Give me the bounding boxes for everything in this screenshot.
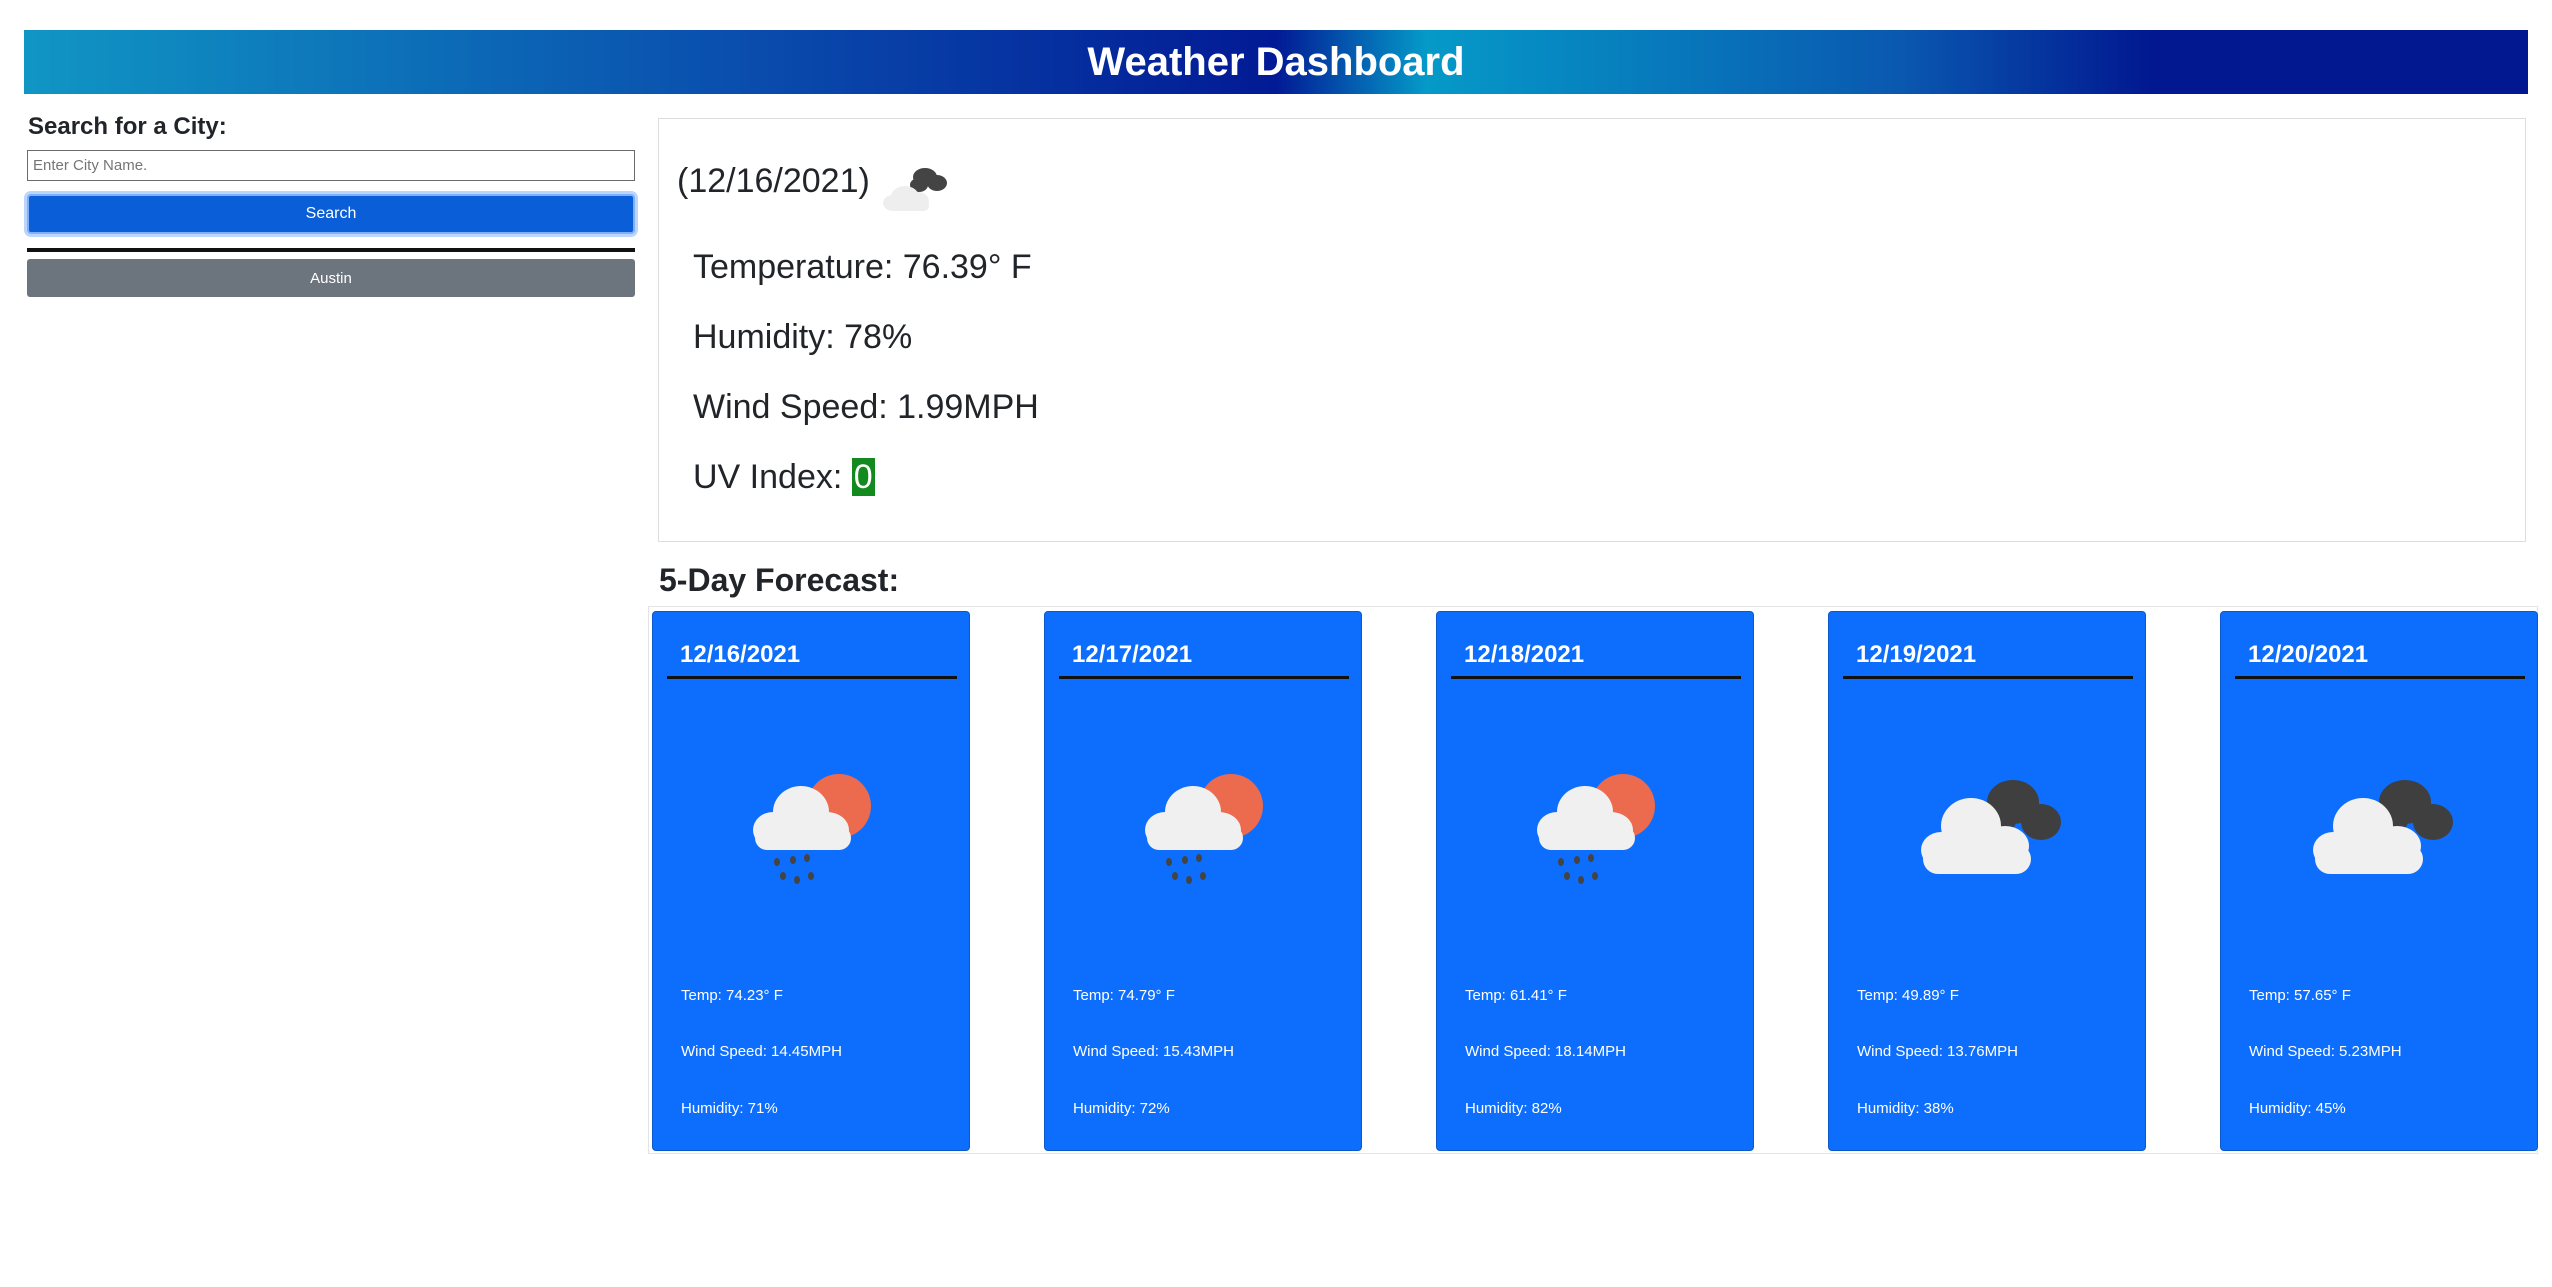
- forecast-card: 12/17/2021 Temp: 74.79° F Wind Speed: 15…: [1044, 611, 1362, 1151]
- forecast-humidity: Humidity: 72%: [1073, 1100, 1170, 1117]
- page-header: Weather Dashboard: [24, 30, 2528, 94]
- broken-clouds-icon: [883, 168, 947, 211]
- forecast-wind: Wind Speed: 14.45MPH: [681, 1043, 842, 1060]
- forecast-date: 12/16/2021: [680, 641, 801, 668]
- forecast-divider: [1059, 676, 1349, 679]
- search-button[interactable]: Search: [27, 194, 635, 234]
- forecast-temp: Temp: 57.65° F: [2249, 987, 2351, 1004]
- forecast-humidity: Humidity: 38%: [1857, 1100, 1954, 1117]
- forecast-wind: Wind Speed: 5.23MPH: [2249, 1043, 2402, 1060]
- search-label: Search for a City:: [28, 113, 227, 140]
- current-weather-card: (12/16/2021) Temperature: 76.39° F Humid…: [658, 118, 2526, 542]
- forecast-divider: [2235, 676, 2525, 679]
- uv-index-label: UV Index:: [693, 458, 852, 496]
- forecast-wind: Wind Speed: 15.43MPH: [1073, 1043, 1234, 1060]
- forecast-temp: Temp: 61.41° F: [1465, 987, 1567, 1004]
- forecast-card: 12/16/2021 Temp: 74.23° F Wind Speed: 14…: [652, 611, 970, 1151]
- forecast-date: 12/17/2021: [1072, 641, 1193, 668]
- forecast-temp: Temp: 74.23° F: [681, 987, 783, 1004]
- rain-sun-icon: [753, 774, 871, 884]
- forecast-wind: Wind Speed: 18.14MPH: [1465, 1043, 1626, 1060]
- current-date: (12/16/2021): [677, 162, 870, 200]
- history-city-button[interactable]: Austin: [27, 259, 635, 297]
- forecast-row: 12/16/2021 Temp: 74.23° F Wind Speed: 14…: [648, 606, 2538, 1154]
- current-humidity: Humidity: 78%: [693, 318, 913, 356]
- forecast-card: 12/20/2021 Temp: 57.65° F Wind Speed: 5.…: [2220, 611, 2538, 1151]
- rain-sun-icon: [1537, 774, 1655, 884]
- forecast-card: 12/18/2021 Temp: 61.41° F Wind Speed: 18…: [1436, 611, 1754, 1151]
- forecast-temp: Temp: 74.79° F: [1073, 987, 1175, 1004]
- forecast-divider: [1843, 676, 2133, 679]
- forecast-divider: [667, 676, 957, 679]
- forecast-heading: 5-Day Forecast:: [659, 562, 900, 598]
- forecast-card: 12/19/2021 Temp: 49.89° F Wind Speed: 13…: [1828, 611, 2146, 1151]
- uv-index-badge: 0: [851, 458, 875, 496]
- broken-clouds-icon: [1921, 780, 2061, 874]
- forecast-divider: [1451, 676, 1741, 679]
- rain-sun-icon: [1145, 774, 1263, 884]
- forecast-date: 12/20/2021: [2248, 641, 2369, 668]
- forecast-date: 12/18/2021: [1464, 641, 1585, 668]
- search-sidebar: Search for a City: Search Austin: [27, 108, 635, 297]
- forecast-humidity: Humidity: 71%: [681, 1100, 778, 1117]
- current-uv-index: UV Index: 0: [693, 457, 875, 497]
- city-search-input[interactable]: [27, 150, 635, 181]
- search-divider: [27, 248, 635, 252]
- forecast-temp: Temp: 49.89° F: [1857, 987, 1959, 1004]
- current-temperature: Temperature: 76.39° F: [693, 248, 1032, 286]
- page-title: Weather Dashboard: [1087, 40, 1465, 84]
- current-wind-speed: Wind Speed: 1.99MPH: [693, 388, 1039, 426]
- broken-clouds-icon: [2313, 780, 2453, 874]
- forecast-wind: Wind Speed: 13.76MPH: [1857, 1043, 2018, 1060]
- forecast-humidity: Humidity: 82%: [1465, 1100, 1562, 1117]
- forecast-date: 12/19/2021: [1856, 641, 1977, 668]
- forecast-humidity: Humidity: 45%: [2249, 1100, 2346, 1117]
